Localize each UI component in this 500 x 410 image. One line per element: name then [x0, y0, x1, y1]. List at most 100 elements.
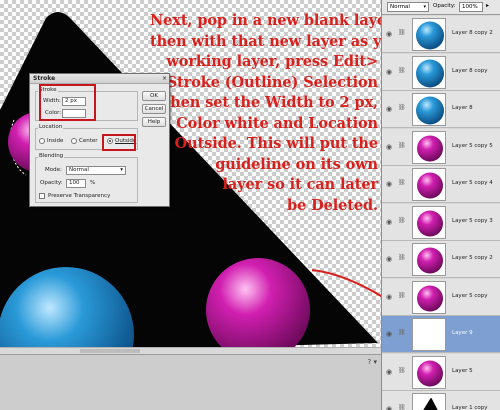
link-icon[interactable]: ⛓ [398, 292, 406, 299]
layer-name: Layer 1 copy [452, 405, 488, 410]
scrollbar-thumb[interactable] [80, 349, 140, 353]
inside-radio[interactable] [39, 138, 45, 144]
layer-thumbnail [412, 168, 446, 201]
layer-row[interactable]: ◉ ⛓ Layer 5 copy 2 [382, 241, 500, 278]
dialog-title[interactable]: Stroke [30, 74, 169, 84]
center-radio[interactable] [71, 138, 77, 144]
layer-thumbnail [412, 55, 446, 89]
eye-icon[interactable]: ◉ [386, 293, 394, 301]
layer-row[interactable]: ◉ ⛓ Layer 8 [382, 91, 500, 128]
highlight-box-outside [102, 134, 136, 151]
eye-icon[interactable]: ◉ [386, 255, 394, 263]
center-label: Center [79, 138, 98, 144]
status-bar: ? ▾ [0, 354, 381, 410]
layers-list: ◉ ⛓ Layer 8 copy 2 ◉ ⛓ Layer 8 copy ◉ ⛓ Layer 8 ◉… [382, 16, 500, 410]
chevron-down-icon: ▾ [423, 4, 426, 10]
opacity-input[interactable]: 100 [66, 179, 86, 188]
document-canvas[interactable]: Next, pop in a new blank layer then with… [0, 0, 381, 353]
mode-select[interactable]: Normal ▾ [66, 166, 126, 175]
blend-mode-value: Normal [390, 4, 410, 10]
link-icon[interactable]: ⛓ [398, 404, 406, 410]
layer-thumbnail [412, 243, 446, 276]
ok-button[interactable]: OK [142, 91, 166, 101]
status-icons: ? ▾ [368, 358, 377, 366]
link-icon[interactable]: ⛓ [398, 29, 406, 36]
stroke-dialog: Stroke × Stroke Width: 2 px Color: Locat… [29, 73, 170, 207]
layer-name: Layer 5 copy 4 [452, 180, 493, 186]
layer-thumbnail [412, 318, 446, 351]
eye-icon[interactable]: ◉ [386, 405, 394, 410]
mode-label: Mode: [45, 167, 62, 173]
preserve-transparency-checkbox[interactable] [39, 193, 45, 199]
link-icon[interactable]: ⛓ [398, 67, 406, 74]
instruction-line: Color white and Location [176, 114, 378, 132]
layer-name: Layer 8 copy [452, 67, 488, 74]
instruction-line: then set the Width to 2 px, [163, 94, 378, 111]
close-icon[interactable]: × [162, 75, 167, 82]
eye-icon[interactable]: ◉ [386, 30, 394, 38]
layer-row[interactable]: ◉ ⛓ Layer 1 copy [382, 391, 500, 410]
layer-name: Layer 5 copy 2 [452, 255, 493, 261]
layer-thumbnail [412, 393, 446, 410]
link-icon[interactable]: ⛓ [398, 367, 406, 374]
layer-thumbnail [412, 355, 446, 389]
help-button[interactable]: Help [142, 117, 166, 127]
blending-group: Blending Mode: Normal ▾ Opacity: 100 % P… [35, 153, 138, 203]
instruction-annotation: Next, pop in a new blank layer then with… [150, 11, 381, 216]
eye-icon[interactable]: ◉ [386, 330, 394, 338]
layer-opacity-label: Opacity: [433, 3, 456, 9]
layer-row[interactable]: ◉ ⛓ Layer 5 copy [382, 278, 500, 316]
eye-icon[interactable]: ◉ [386, 68, 394, 76]
instruction-line: Stroke (Outline) Selection [166, 73, 378, 91]
layer-name: Layer 9 [452, 330, 473, 336]
instruction-line: Outside. This will put the [174, 135, 379, 152]
layer-row[interactable]: ◉ ⛓ Layer 5 [382, 353, 500, 391]
chevron-right-icon[interactable]: ▸ [486, 2, 489, 9]
preserve-transparency-label: Preserve Transparency [48, 193, 111, 199]
canvas-horizontal-scrollbar[interactable] [0, 347, 381, 354]
chevron-down-icon: ▾ [120, 167, 123, 173]
layer-name: Layer 8 [452, 105, 473, 111]
layer-row[interactable]: ◉ ⛓ Layer 5 copy 3 [382, 203, 500, 241]
eye-icon[interactable]: ◉ [386, 180, 394, 188]
location-group-label: Location [38, 124, 64, 130]
eye-icon[interactable]: ◉ [386, 368, 394, 376]
layer-thumbnail [412, 205, 446, 239]
dropdown-icon[interactable]: ▾ [373, 358, 377, 366]
layer-thumbnail [412, 93, 446, 126]
link-icon[interactable]: ⛓ [398, 254, 406, 261]
opacity-label: Opacity: [40, 180, 63, 186]
layer-row[interactable]: ◉ ⛓ Layer 8 copy 2 [382, 16, 500, 53]
layer-row[interactable]: ◉ ⛓ Layer 8 copy [382, 53, 500, 91]
eye-icon[interactable]: ◉ [386, 105, 394, 113]
instruction-line: then with that new layer as your [150, 32, 381, 50]
layer-name: Layer 5 copy [452, 292, 488, 299]
link-icon[interactable]: ⛓ [398, 217, 406, 224]
layer-name: Layer 5 copy 3 [452, 217, 493, 224]
eye-icon[interactable]: ◉ [386, 218, 394, 226]
layer-row[interactable]: ◉ ⛓ Layer 9 [382, 316, 500, 353]
layer-row[interactable]: ◉ ⛓ Layer 5 copy 5 [382, 128, 500, 166]
highlight-box-stroke [39, 84, 96, 121]
help-icon[interactable]: ? [368, 358, 372, 366]
blending-group-label: Blending [38, 153, 65, 159]
layer-thumbnail [412, 280, 446, 314]
opacity-unit: % [90, 180, 96, 186]
layers-toolbar: Normal ▾ Opacity: 100% ▸ [382, 0, 500, 15]
instruction-line: Next, pop in a new blank layer [150, 12, 381, 29]
link-icon[interactable]: ⛓ [398, 142, 406, 149]
eye-icon[interactable]: ◉ [386, 143, 394, 151]
photoshop-elements-window: Next, pop in a new blank layer then with… [0, 0, 500, 410]
layer-name: Layer 8 copy 2 [452, 30, 493, 36]
blend-mode-select[interactable]: Normal ▾ [387, 2, 429, 12]
layer-opacity-input[interactable]: 100% [459, 2, 483, 12]
layer-thumbnail [412, 130, 446, 164]
link-icon[interactable]: ⛓ [398, 104, 406, 111]
layer-row[interactable]: ◉ ⛓ Layer 5 copy 4 [382, 166, 500, 203]
layer-thumbnail [412, 18, 446, 51]
link-icon[interactable]: ⛓ [398, 179, 406, 186]
inside-label: Inside [47, 138, 64, 144]
link-icon[interactable]: ⛓ [398, 329, 406, 336]
cancel-button[interactable]: Cancel [142, 104, 166, 114]
layer-name: Layer 5 [452, 367, 473, 374]
